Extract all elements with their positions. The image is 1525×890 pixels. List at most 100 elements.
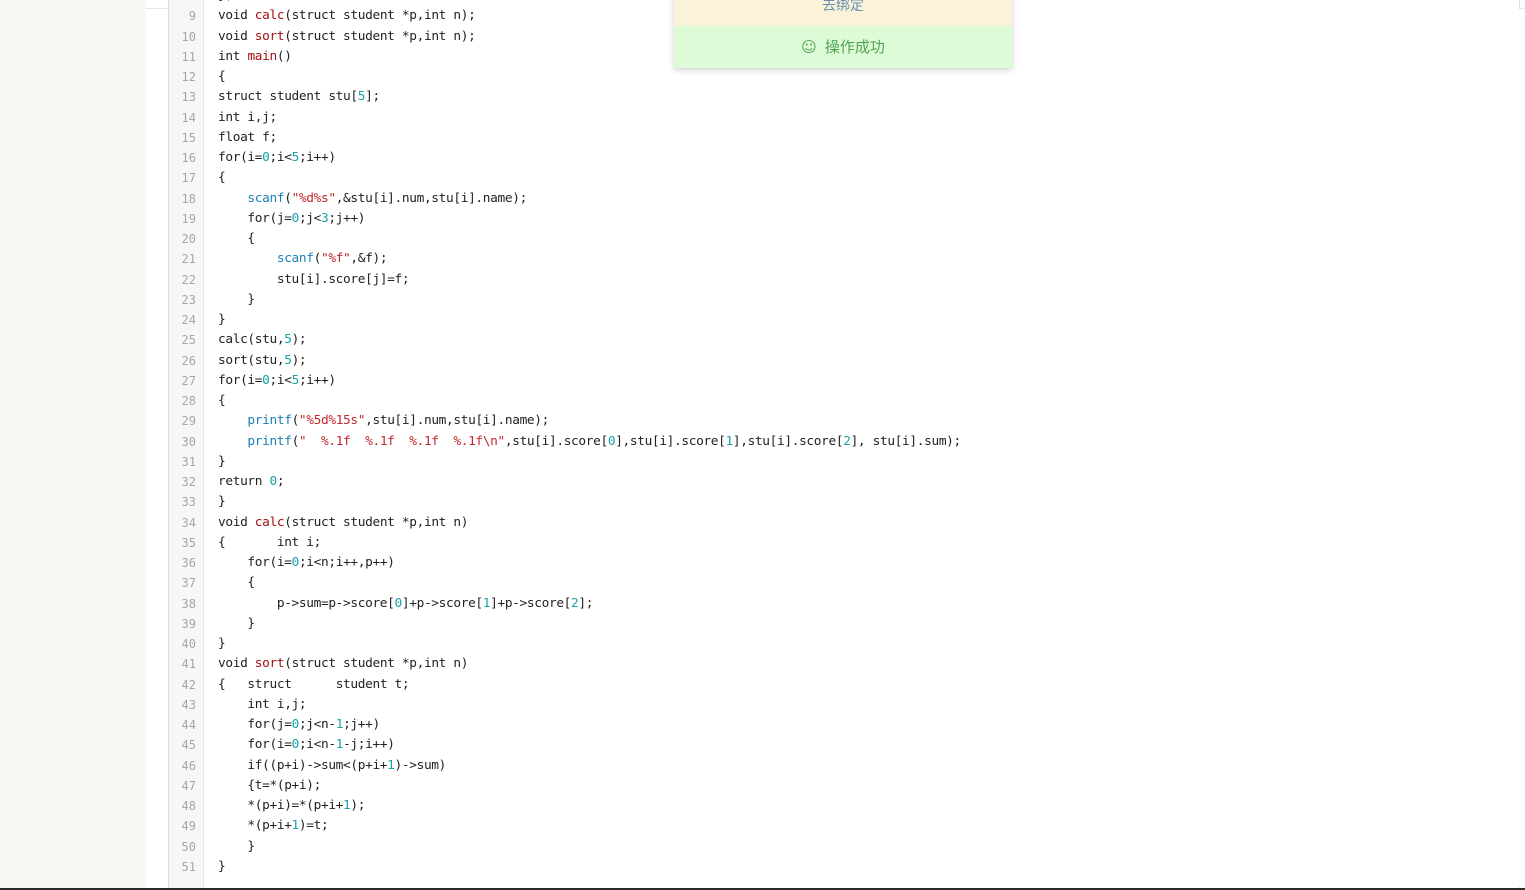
code-line[interactable]: 44 for(j=0;j<n-1;j++)	[169, 715, 1519, 735]
line-code[interactable]: sort(stu,5);	[218, 351, 307, 371]
line-code[interactable]: void calc(struct student *p,int n);	[218, 6, 476, 26]
code-editor[interactable]: 8};9void calc(struct student *p,int n);1…	[168, 0, 1520, 888]
line-number: 30	[181, 434, 196, 449]
line-code[interactable]: int i,j;	[218, 108, 277, 128]
code-line[interactable]: 50 }	[169, 837, 1519, 857]
code-line[interactable]: 38 p->sum=p->score[0]+p->score[1]+p->sco…	[169, 594, 1519, 614]
code-line[interactable]: 51}	[169, 857, 1519, 877]
line-code[interactable]: printf(" %.1f %.1f %.1f %.1f\n",stu[i].s…	[218, 432, 961, 452]
code-line[interactable]: 46 if((p+i)->sum<(p+i+1)->sum)	[169, 756, 1519, 776]
line-number: 13	[181, 90, 196, 105]
code-line[interactable]: 16 for(i=0;i<5;i++)	[169, 148, 1519, 168]
code-line[interactable]: 45 for(i=0;i<n-1-j;i++)	[169, 735, 1519, 755]
code-line[interactable]: 47 {t=*(p+i);	[169, 776, 1519, 796]
line-code[interactable]: for(j=0;j<n-1;j++)	[218, 715, 380, 735]
scrollbar[interactable]	[1519, 9, 1525, 887]
line-code[interactable]: void sort(struct student *p,int n);	[218, 27, 476, 47]
line-code[interactable]: {	[218, 67, 226, 87]
code-line[interactable]: 18 scanf("%d%s",&stu[i].num,stu[i].name)…	[169, 189, 1519, 209]
line-code[interactable]: scanf("%f",&f);	[218, 249, 388, 269]
line-code[interactable]: *(p+i)=*(p+i+1);	[218, 796, 365, 816]
line-number: 42	[181, 677, 196, 692]
line-code[interactable]: *(p+i+1)=t;	[218, 816, 328, 836]
code-line[interactable]: 48 *(p+i)=*(p+i+1);	[169, 796, 1519, 816]
line-code[interactable]: {	[218, 229, 255, 249]
line-code[interactable]: {	[218, 168, 226, 188]
line-code[interactable]: int i,j;	[218, 695, 306, 715]
code-line[interactable]: 49 *(p+i+1)=t;	[169, 816, 1519, 836]
line-number: 50	[181, 839, 196, 854]
code-line[interactable]: 24}	[169, 310, 1519, 330]
code-line[interactable]: 37 {	[169, 573, 1519, 593]
code-line[interactable]: 42 { struct student t;	[169, 675, 1519, 695]
line-number: 27	[181, 373, 196, 388]
code-line[interactable]: 19 for(j=0;j<3;j++)	[169, 209, 1519, 229]
code-line[interactable]: 22 stu[i].score[j]=f;	[169, 270, 1519, 290]
line-code[interactable]: for(i=0;i<5;i++)	[218, 371, 336, 391]
code-line[interactable]: 26 sort(stu,5);	[169, 351, 1519, 371]
code-line[interactable]: 30 printf(" %.1f %.1f %.1f %.1f\n",stu[i…	[169, 432, 1519, 452]
line-number: 34	[181, 515, 196, 530]
line-code[interactable]: printf("%5d%15s",stu[i].num,stu[i].name)…	[218, 411, 549, 431]
line-code[interactable]: }	[218, 452, 226, 472]
line-code[interactable]: }	[218, 310, 226, 330]
line-number: 51	[181, 859, 196, 874]
code-line[interactable]: 25 calc(stu,5);	[169, 330, 1519, 350]
code-line[interactable]: 29 printf("%5d%15s",stu[i].num,stu[i].na…	[169, 411, 1519, 431]
line-code[interactable]: }	[218, 290, 255, 310]
line-number: 46	[181, 758, 196, 773]
line-code[interactable]: }	[218, 857, 226, 877]
line-code[interactable]: stu[i].score[j]=f;	[218, 270, 410, 290]
line-code[interactable]: for(i=0;i<n;i++,p++)	[218, 553, 394, 573]
code-line[interactable]: 35 { int i;	[169, 533, 1519, 553]
line-code[interactable]: struct student stu[5];	[218, 87, 380, 107]
line-code[interactable]: { int i;	[218, 533, 321, 553]
code-line[interactable]: 32 return 0;	[169, 472, 1519, 492]
code-line[interactable]: 34 void calc(struct student *p,int n)	[169, 513, 1519, 533]
code-line[interactable]: 23 }	[169, 290, 1519, 310]
line-code[interactable]: float f;	[218, 128, 277, 148]
code-line[interactable]: 12 {	[169, 67, 1519, 87]
line-code[interactable]: {	[218, 391, 226, 411]
code-line[interactable]: 15 float f;	[169, 128, 1519, 148]
line-number: 19	[181, 211, 196, 226]
code-line[interactable]: 43 int i,j;	[169, 695, 1519, 715]
line-code[interactable]: for(i=0;i<5;i++)	[218, 148, 336, 168]
line-code[interactable]: }	[218, 492, 226, 512]
code-line[interactable]: 20 {	[169, 229, 1519, 249]
line-number: 20	[181, 232, 196, 246]
code-line[interactable]: 28 {	[169, 391, 1519, 411]
code-line[interactable]: 41 void sort(struct student *p,int n)	[169, 654, 1519, 674]
code-line[interactable]: 40}	[169, 634, 1519, 654]
line-number: 17	[181, 171, 196, 186]
line-code[interactable]: }	[218, 614, 255, 634]
code-lines[interactable]: 8};9void calc(struct student *p,int n);1…	[169, 0, 1519, 877]
line-code[interactable]: for(j=0;j<3;j++)	[218, 209, 365, 229]
line-number: 21	[181, 252, 196, 267]
bind-link[interactable]: 去绑定	[674, 0, 1012, 26]
line-code[interactable]: { struct student t;	[218, 675, 410, 695]
line-code[interactable]: calc(stu,5);	[218, 330, 307, 350]
line-code[interactable]: {t=*(p+i);	[218, 776, 321, 796]
code-line[interactable]: 17 {	[169, 168, 1519, 188]
line-code[interactable]: if((p+i)->sum<(p+i+1)->sum)	[218, 756, 446, 776]
code-line[interactable]: 27 for(i=0;i<5;i++)	[169, 371, 1519, 391]
line-code[interactable]: }	[218, 634, 226, 654]
line-code[interactable]: p->sum=p->score[0]+p->score[1]+p->score[…	[218, 594, 594, 614]
line-code[interactable]: }	[218, 837, 255, 857]
code-line[interactable]: 13 struct student stu[5];	[169, 87, 1519, 107]
line-number: 37	[181, 576, 196, 591]
code-line[interactable]: 39 }	[169, 614, 1519, 634]
line-code[interactable]: int main()	[218, 47, 292, 67]
code-line[interactable]: 21 scanf("%f",&f);	[169, 249, 1519, 269]
code-line[interactable]: 33}	[169, 492, 1519, 512]
code-line[interactable]: 36 for(i=0;i<n;i++,p++)	[169, 553, 1519, 573]
line-code[interactable]: for(i=0;i<n-1-j;i++)	[218, 735, 394, 755]
line-code[interactable]: scanf("%d%s",&stu[i].num,stu[i].name);	[218, 189, 527, 209]
line-code[interactable]: return 0;	[218, 472, 285, 492]
code-line[interactable]: 14 int i,j;	[169, 108, 1519, 128]
line-code[interactable]: void sort(struct student *p,int n)	[218, 654, 468, 674]
line-code[interactable]: {	[218, 573, 255, 593]
code-line[interactable]: 31}	[169, 452, 1519, 472]
line-code[interactable]: void calc(struct student *p,int n)	[218, 513, 468, 533]
